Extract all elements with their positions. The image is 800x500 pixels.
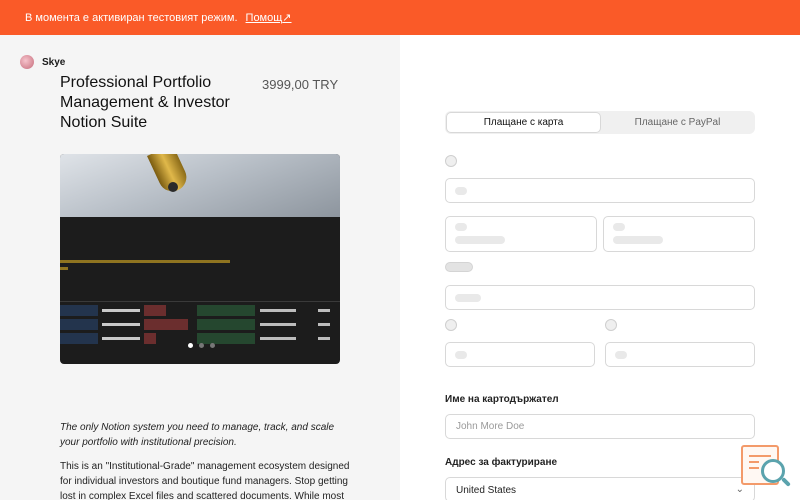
preview-note-bar — [60, 260, 230, 263]
card-number-field[interactable] — [445, 178, 755, 203]
help-search-widget[interactable] — [741, 445, 791, 490]
product-price: 3999,00 TRY — [262, 77, 339, 92]
cardholder-name-input-wrapper — [445, 414, 755, 439]
card-cvc-field[interactable] — [603, 216, 755, 252]
test-mode-message: В момента е активиран тестовият режим. — [25, 11, 238, 24]
description-lead: The only Notion system you need to manag… — [60, 422, 335, 448]
test-mode-banner: В момента е активиран тестовият режим. П… — [0, 0, 800, 35]
product-title: Professional Portfolio Management & Inve… — [60, 74, 230, 131]
product-description: The only Notion system you need to manag… — [60, 420, 350, 500]
pen-tip-graphic — [168, 182, 178, 192]
masked-input-field[interactable] — [445, 285, 755, 310]
billing-address-label: Адрес за фактуриране — [445, 457, 558, 468]
carousel-dot[interactable] — [210, 343, 215, 348]
carousel-dot[interactable] — [188, 343, 193, 348]
magnifier-handle — [781, 477, 791, 487]
card-expiry-field[interactable] — [445, 216, 597, 252]
preview-note-bar-2 — [60, 267, 68, 270]
payment-method-tabs: Плащане с карта Плащане с PayPal — [445, 111, 755, 134]
preview-table-row — [60, 305, 340, 317]
option-radio[interactable] — [445, 319, 457, 331]
product-image-carousel[interactable] — [60, 154, 340, 364]
tab-card-payment[interactable]: Плащане с карта — [446, 112, 601, 133]
description-body: This is an "Institutional-Grade" managem… — [60, 461, 350, 500]
country-value: United States — [456, 485, 517, 496]
option-radio[interactable] — [605, 319, 617, 331]
option-radio[interactable] — [445, 155, 457, 167]
carousel-dots — [188, 343, 215, 348]
tab-paypal-payment[interactable]: Плащане с PayPal — [601, 112, 754, 133]
external-link-icon: ↗ — [282, 12, 292, 24]
preview-table-header-line — [60, 301, 340, 302]
help-link[interactable]: Помощ↗ — [246, 11, 292, 24]
seller-name: Skye — [42, 56, 66, 68]
seller-info[interactable]: Skye — [20, 55, 65, 69]
help-link-label: Помощ — [245, 12, 283, 24]
cardholder-name-input[interactable] — [446, 415, 754, 438]
country-select[interactable]: United States ⌄ — [445, 477, 755, 500]
masked-input-field[interactable] — [445, 342, 595, 367]
carousel-dot[interactable] — [199, 343, 204, 348]
masked-input-field[interactable] — [605, 342, 755, 367]
cardholder-label: Име на картодържател — [445, 394, 559, 405]
seller-avatar — [20, 55, 34, 69]
preview-table-row — [60, 319, 340, 331]
toggle-pill[interactable] — [445, 262, 473, 272]
product-photo — [60, 154, 340, 217]
